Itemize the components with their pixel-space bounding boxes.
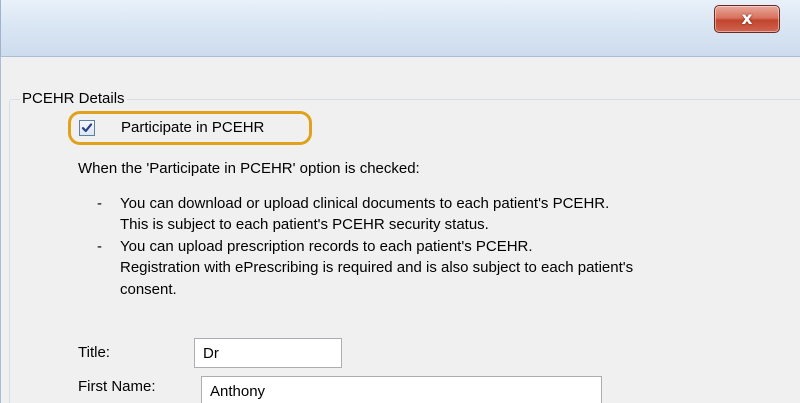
info-intro-text: When the 'Participate in PCEHR' option i… <box>78 160 420 177</box>
participate-checkbox[interactable] <box>79 120 95 136</box>
bullet-2-line-1: You can upload prescription records to e… <box>120 238 533 255</box>
bullet-1-line-2: This is subject to each patient's PCEHR … <box>120 216 489 233</box>
bullet-2-line-3: consent. <box>120 281 177 298</box>
bullet-1-line-1: You can download or upload clinical docu… <box>120 195 610 212</box>
bullet-2-line-2: Registration with ePrescribing is requir… <box>120 259 634 276</box>
title-bar: x <box>0 0 800 57</box>
bullet-dash: - <box>97 195 102 212</box>
participate-label[interactable]: Participate in PCEHR <box>121 119 264 137</box>
first-name-field[interactable]: Anthony <box>201 376 602 403</box>
groupbox-title: PCEHR Details <box>20 90 127 108</box>
bullet-dash: - <box>97 238 102 255</box>
title-field-label: Title: <box>78 344 110 361</box>
first-name-field-label: First Name: <box>78 378 156 395</box>
pcehr-dialog-window: x PCEHR Details Participate in PCEHR Whe… <box>0 0 800 403</box>
checkmark-icon <box>81 123 93 133</box>
title-field[interactable]: Dr <box>194 338 342 368</box>
close-button[interactable]: x <box>714 5 780 33</box>
close-icon: x <box>741 9 753 29</box>
